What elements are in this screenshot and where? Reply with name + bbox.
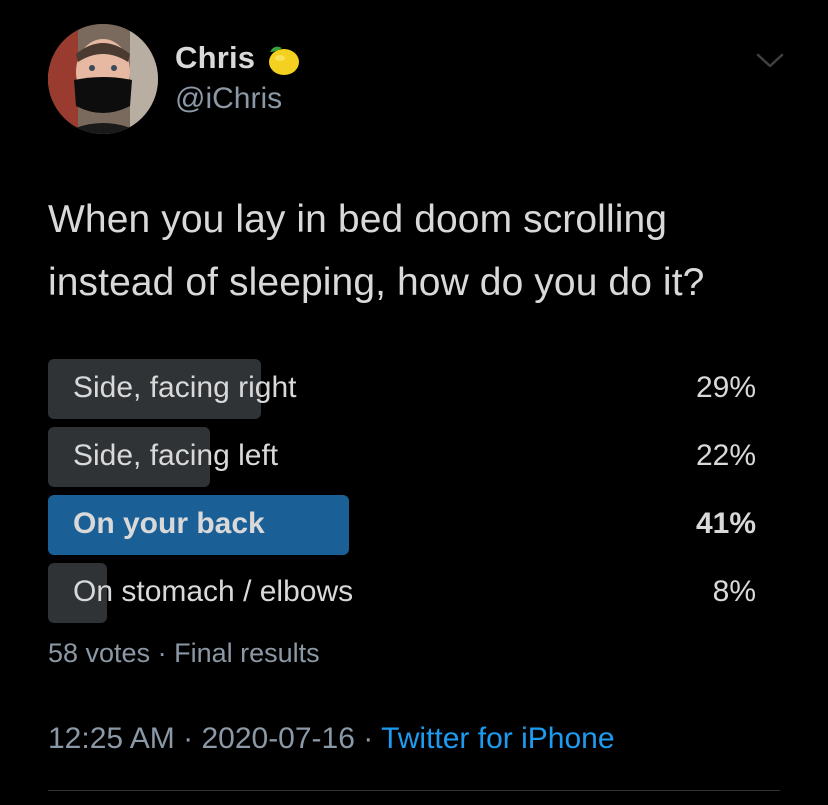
separator: ·	[183, 722, 194, 755]
chevron-down-icon[interactable]	[755, 50, 785, 72]
poll-option-percent: 8%	[712, 575, 756, 608]
poll-option-side-left: Side, facing left 22%	[48, 427, 760, 487]
poll-option-label: On stomach / elbows	[73, 575, 354, 608]
tweet-text-line: When you lay in bed doom scrolling	[48, 198, 668, 241]
author-handle[interactable]: @iChris	[175, 82, 282, 116]
tweet: Chris @iChris When you lay in bed doom s…	[0, 0, 828, 805]
poll-option-percent: 22%	[695, 439, 756, 472]
poll-option-stomach: On stomach / elbows 8%	[48, 563, 760, 623]
separator: ·	[157, 638, 167, 668]
poll: Side, facing right 29% Side, facing left…	[48, 359, 760, 631]
separator: ·	[363, 722, 374, 755]
lemon-icon	[269, 46, 299, 75]
tweet-text: When you lay in bed doom scrolling inste…	[48, 188, 808, 314]
poll-option-label: Side, facing right	[73, 371, 297, 404]
author-name[interactable]: Chris	[175, 40, 255, 76]
poll-vote-count: 58 votes	[48, 638, 151, 668]
divider	[48, 790, 780, 791]
poll-option-label: Side, facing left	[73, 439, 279, 472]
poll-meta: 58 votes · Final results	[48, 638, 320, 669]
avatar-image	[48, 24, 158, 134]
poll-status: Final results	[174, 638, 320, 668]
poll-option-side-right: Side, facing right 29%	[48, 359, 760, 419]
poll-option-percent: 41%	[695, 507, 756, 540]
poll-option-label: On your back	[73, 507, 265, 540]
tweet-footer: 12:25 AM · 2020-07-16 · Twitter for iPho…	[48, 722, 615, 756]
poll-option-percent: 29%	[695, 371, 756, 404]
tweet-text-line: instead of sleeping, how do you do it?	[48, 261, 705, 304]
tweet-source-link[interactable]: Twitter for iPhone	[381, 722, 614, 755]
tweet-time[interactable]: 12:25 AM	[48, 722, 175, 755]
tweet-date[interactable]: 2020-07-16	[201, 722, 354, 755]
avatar[interactable]	[48, 24, 158, 134]
poll-option-back: On your back 41%	[48, 495, 760, 555]
